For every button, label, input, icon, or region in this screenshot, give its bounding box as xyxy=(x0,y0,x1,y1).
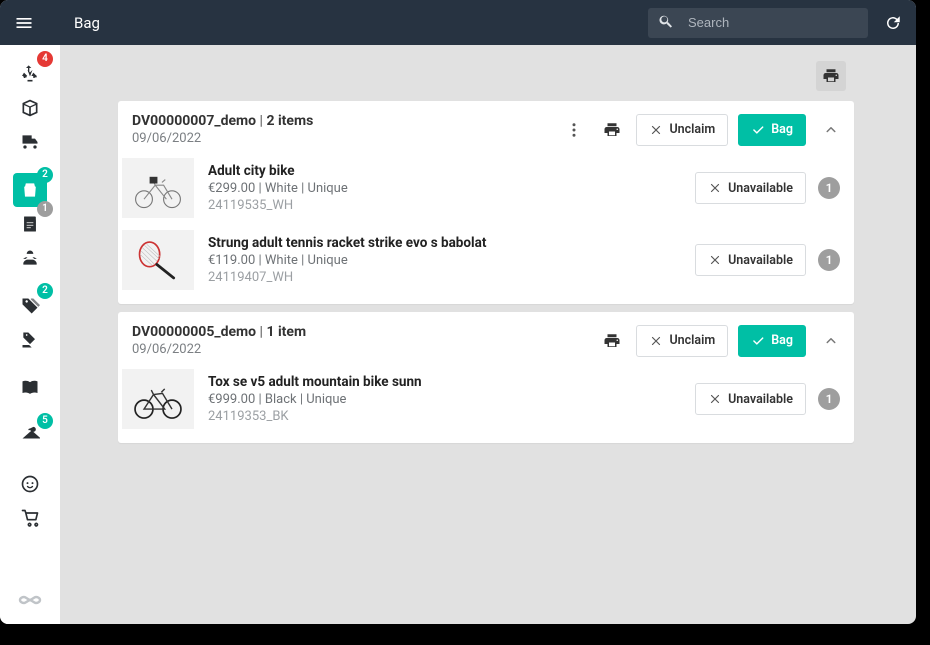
sidebar-item-face[interactable] xyxy=(13,467,47,501)
search-box[interactable] xyxy=(648,8,868,38)
line-item: Tox se v5 adult mountain bike sunn €999.0… xyxy=(118,363,854,435)
brand-icon xyxy=(18,588,42,616)
sidebar-item-cart[interactable] xyxy=(13,501,47,535)
sidebar-item-book[interactable] xyxy=(13,371,47,405)
quantity-badge: 1 xyxy=(818,388,840,410)
print-all-button[interactable] xyxy=(816,61,846,91)
refresh-icon[interactable] xyxy=(884,14,902,32)
sidebar-item-handover[interactable] xyxy=(13,241,47,275)
order-card: DV00000005_demo | 1 item 09/06/2022 Unclai… xyxy=(118,312,854,443)
sidebar-badge: 4 xyxy=(37,51,53,67)
product-thumbnail xyxy=(122,230,194,290)
line-item: Adult city bike €299.00 | White | Unique 2… xyxy=(118,152,854,224)
product-thumbnail xyxy=(122,369,194,429)
product-meta: €119.00 | White | Unique xyxy=(208,253,695,268)
quantity-badge: 1 xyxy=(818,177,840,199)
order-card: DV00000007_demo | 2 items 09/06/2022 Uncla… xyxy=(118,101,854,304)
unclaim-button[interactable]: Unclaim xyxy=(636,114,728,146)
product-sku: 24119407_WH xyxy=(208,270,695,285)
unavailable-button[interactable]: Unavailable xyxy=(695,383,806,415)
sidebar-item-hanger[interactable]: 5 xyxy=(13,419,47,453)
chevron-up-icon[interactable] xyxy=(822,121,840,139)
quantity-badge: 1 xyxy=(818,249,840,271)
more-icon[interactable] xyxy=(560,116,588,144)
sidebar-badge: 2 xyxy=(37,283,53,299)
sidebar-item-note[interactable]: 1 xyxy=(13,207,47,241)
order-date: 09/06/2022 xyxy=(132,131,560,146)
sidebar: 4 2 1 2 5 xyxy=(0,45,60,624)
order-date: 09/06/2022 xyxy=(132,342,598,357)
sidebar-item-tag-hand[interactable] xyxy=(13,323,47,357)
line-item: Strung adult tennis racket strike evo s … xyxy=(118,224,854,296)
main-content: DV00000007_demo | 2 items 09/06/2022 Uncla… xyxy=(60,45,916,624)
unavailable-button[interactable]: Unavailable xyxy=(695,172,806,204)
search-icon xyxy=(658,13,674,33)
search-input[interactable] xyxy=(688,15,858,30)
menu-icon[interactable] xyxy=(14,13,34,33)
order-title: DV00000007_demo | 2 items xyxy=(132,113,560,129)
sidebar-badge: 1 xyxy=(37,201,53,217)
order-title: DV00000005_demo | 1 item xyxy=(132,324,598,340)
product-name: Adult city bike xyxy=(208,163,695,179)
product-sku: 24119535_WH xyxy=(208,198,695,213)
product-name: Tox se v5 adult mountain bike sunn xyxy=(208,374,695,390)
unavailable-button[interactable]: Unavailable xyxy=(695,244,806,276)
sidebar-badge: 5 xyxy=(37,413,53,429)
topbar: Bag xyxy=(0,0,916,45)
print-icon[interactable] xyxy=(598,327,626,355)
bag-button[interactable]: Bag xyxy=(738,114,806,146)
page-title: Bag xyxy=(74,14,100,32)
bag-button[interactable]: Bag xyxy=(738,325,806,357)
product-sku: 24119353_BK xyxy=(208,409,695,424)
sidebar-item-downloads[interactable]: 4 xyxy=(13,57,47,91)
print-icon[interactable] xyxy=(598,116,626,144)
chevron-up-icon[interactable] xyxy=(822,332,840,350)
sidebar-item-package[interactable] xyxy=(13,91,47,125)
product-thumbnail xyxy=(122,158,194,218)
product-meta: €999.00 | Black | Unique xyxy=(208,392,695,407)
product-meta: €299.00 | White | Unique xyxy=(208,181,695,196)
sidebar-badge: 2 xyxy=(37,167,53,183)
sidebar-item-truck[interactable] xyxy=(13,125,47,159)
unclaim-button[interactable]: Unclaim xyxy=(636,325,728,357)
sidebar-item-tags[interactable]: 2 xyxy=(13,289,47,323)
product-name: Strung adult tennis racket strike evo s … xyxy=(208,235,695,251)
